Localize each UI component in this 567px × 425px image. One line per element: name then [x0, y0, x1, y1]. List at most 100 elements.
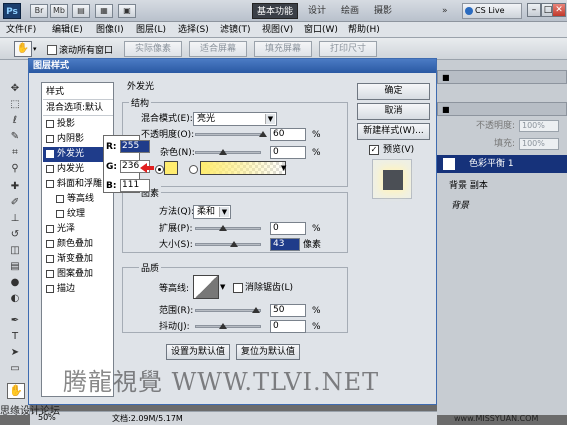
size-input[interactable]: 43	[270, 238, 300, 251]
glow-color-swatch[interactable]	[164, 161, 178, 175]
fill-screen-button[interactable]: 填充屏幕	[254, 41, 312, 57]
panel-tab-row-2[interactable]: ■	[437, 102, 567, 116]
style-item-checkbox[interactable]	[46, 239, 54, 248]
style-item-checkbox[interactable]	[46, 284, 54, 293]
antialias-checkbox[interactable]	[233, 283, 243, 293]
history-brush-tool-icon[interactable]: ↺	[8, 228, 22, 242]
style-item[interactable]: 描边	[43, 282, 113, 297]
style-item-checkbox[interactable]	[46, 134, 54, 143]
clone-stamp-tool-icon[interactable]: ⊥	[8, 212, 22, 226]
workspace-painting[interactable]: 绘画	[341, 3, 359, 19]
make-default-button[interactable]: 设置为默认值	[166, 344, 230, 360]
layer-row-background[interactable]: 背景	[437, 198, 567, 214]
menu-edit[interactable]: 编辑(E)	[52, 23, 83, 37]
noise-slider-thumb[interactable]	[219, 149, 227, 155]
new-style-button[interactable]: 新建样式(W)...	[357, 123, 430, 140]
style-item[interactable]: 等高线	[43, 192, 113, 207]
workspace-more-icon[interactable]: »	[442, 3, 448, 19]
cancel-button[interactable]: 取消	[357, 103, 430, 120]
layer-opacity-field[interactable]: 100%	[519, 120, 559, 132]
hand-tool-icon[interactable]: ✋	[7, 383, 25, 399]
noise-input[interactable]: 0	[270, 146, 306, 159]
style-item[interactable]: 渐变叠加	[43, 252, 113, 267]
style-item-checkbox[interactable]	[56, 209, 64, 218]
arrange-documents-icon[interactable]: ▦	[95, 4, 113, 18]
style-item-checkbox[interactable]	[46, 224, 54, 233]
styles-header[interactable]: 样式	[43, 85, 113, 100]
range-slider-thumb[interactable]	[252, 307, 260, 313]
actual-pixels-button[interactable]: 实际像素	[124, 41, 182, 57]
menu-window[interactable]: 窗口(W)	[304, 23, 338, 37]
method-select[interactable]: 柔和 ▼	[193, 205, 231, 219]
contour-dropdown-icon[interactable]: ▼	[220, 283, 225, 291]
print-size-button[interactable]: 打印尺寸	[319, 41, 377, 57]
blur-tool-icon[interactable]: ●	[8, 276, 22, 290]
gradient-dropdown-icon[interactable]: ▼	[281, 164, 286, 172]
hand-tool-preset-icon[interactable]: ✋	[14, 41, 32, 57]
jitter-slider[interactable]	[195, 325, 261, 328]
type-tool-icon[interactable]: T	[8, 330, 22, 344]
style-item[interactable]: 投影	[43, 117, 113, 132]
opacity-input[interactable]: 60	[270, 128, 306, 141]
layer-row-background-copy[interactable]: 背景 副本	[437, 178, 567, 194]
style-item-checkbox[interactable]: ✓	[46, 149, 54, 158]
workspace-photography[interactable]: 摄影	[374, 3, 392, 19]
eraser-tool-icon[interactable]: ◫	[8, 244, 22, 258]
r-value[interactable]: 255	[120, 140, 150, 153]
jitter-input[interactable]: 0	[270, 320, 306, 333]
menu-help[interactable]: 帮助(H)	[348, 23, 380, 37]
close-window-button[interactable]: ✕	[552, 3, 566, 17]
dodge-tool-icon[interactable]: ◐	[8, 292, 22, 306]
noise-slider[interactable]	[195, 151, 261, 154]
opacity-slider[interactable]	[195, 133, 261, 136]
quick-select-tool-icon[interactable]: ✎	[8, 130, 22, 144]
menu-image[interactable]: 图像(I)	[96, 23, 124, 37]
menu-file[interactable]: 文件(F)	[6, 23, 36, 37]
spread-slider[interactable]	[195, 227, 261, 230]
fit-screen-button[interactable]: 适合屏幕	[189, 41, 247, 57]
style-item-checkbox[interactable]	[56, 194, 64, 203]
blend-options-item[interactable]: 混合选项:默认	[43, 101, 113, 116]
reset-default-button[interactable]: 复位为默认值	[236, 344, 300, 360]
style-item[interactable]: 纹理	[43, 207, 113, 222]
healing-brush-tool-icon[interactable]: ✚	[8, 180, 22, 194]
menu-filter[interactable]: 滤镜(T)	[220, 23, 251, 37]
panel-tab-row-1[interactable]: ■	[437, 70, 567, 84]
gradient-tool-icon[interactable]: ▤	[8, 260, 22, 274]
jitter-slider-thumb[interactable]	[219, 323, 227, 329]
menu-view[interactable]: 视图(V)	[262, 23, 293, 37]
path-select-tool-icon[interactable]: ➤	[8, 346, 22, 360]
marquee-tool-icon[interactable]: ⬚	[8, 98, 22, 112]
style-item-checkbox[interactable]	[46, 254, 54, 263]
size-slider-thumb[interactable]	[230, 241, 239, 247]
style-item-checkbox[interactable]	[46, 269, 54, 278]
gradient-radio[interactable]	[189, 165, 198, 174]
menu-select[interactable]: 选择(S)	[178, 23, 209, 37]
bridge-icon[interactable]: Br	[30, 4, 48, 18]
layer-row-active[interactable]: 色彩平衡 1	[437, 155, 567, 173]
contour-picker[interactable]	[193, 275, 219, 299]
preset-dropdown-icon[interactable]: ▾	[33, 45, 37, 53]
workspace-design[interactable]: 设计	[308, 3, 326, 19]
pen-tool-icon[interactable]: ✒	[8, 314, 22, 328]
ok-button[interactable]: 确定	[357, 83, 430, 100]
cs-live-button[interactable]: CS Live	[462, 3, 522, 19]
layer-fill-field[interactable]: 100%	[519, 138, 559, 150]
menu-layer[interactable]: 图层(L)	[136, 23, 166, 37]
zoom-level-icon[interactable]: ▤	[72, 4, 90, 18]
style-item[interactable]: 光泽	[43, 222, 113, 237]
preview-checkbox[interactable]: ✓	[369, 145, 379, 155]
eyedropper-tool-icon[interactable]: ⚲	[8, 162, 22, 176]
spread-input[interactable]: 0	[270, 222, 306, 235]
screen-mode-icon[interactable]: ▣	[118, 4, 136, 18]
minibridge-icon[interactable]: Mb	[50, 4, 68, 18]
move-tool-icon[interactable]: ✥	[8, 82, 22, 96]
spread-slider-thumb[interactable]	[219, 225, 227, 231]
style-item-checkbox[interactable]	[46, 179, 54, 188]
color-radio[interactable]	[155, 165, 164, 174]
minimize-button[interactable]: –	[527, 3, 541, 17]
size-slider[interactable]	[195, 243, 261, 246]
scroll-all-windows-checkbox[interactable]	[47, 45, 57, 55]
style-item[interactable]: 图案叠加	[43, 267, 113, 282]
shape-tool-icon[interactable]: ▭	[8, 362, 22, 376]
